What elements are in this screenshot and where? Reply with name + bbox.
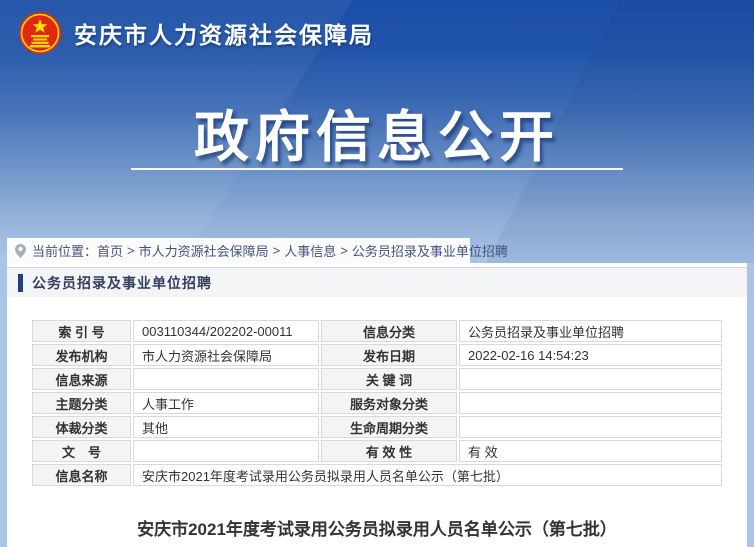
- field-label-keywords: 关 键 词: [321, 368, 457, 390]
- national-emblem-icon: [19, 12, 61, 54]
- table-row: 体裁分类 其他 生命周期分类: [32, 416, 722, 438]
- info-meta-table: 索 引 号 003110344/202202-00011 信息分类 公务员招录及…: [30, 318, 724, 488]
- table-row: 发布机构 市人力资源社会保障局 发布日期 2022-02-16 14:54:23: [32, 344, 722, 366]
- field-value-topic-category: 人事工作: [133, 392, 319, 414]
- field-value-lifecycle-category: [459, 416, 722, 438]
- breadcrumb-label: 当前位置：: [32, 244, 98, 259]
- field-label-info-name: 信息名称: [32, 464, 131, 486]
- field-label-info-category: 信息分类: [321, 320, 457, 342]
- field-value-genre-category: 其他: [133, 416, 319, 438]
- page: 安庆市人力资源社会保障局 政府信息公开 当前位置： 首页 > 市人力资源社会保障…: [0, 0, 754, 547]
- field-label-publisher: 发布机构: [32, 344, 131, 366]
- field-value-validity: 有 效: [459, 440, 722, 462]
- field-value-info-category: 公务员招录及事业单位招聘: [459, 320, 722, 342]
- table-row: 文 号 有 效 性 有 效: [32, 440, 722, 462]
- field-label-index-number: 索 引 号: [32, 320, 131, 342]
- content-panel: 公务员招录及事业单位招聘 索 引 号 003110344/202202-0001…: [7, 263, 747, 547]
- field-value-index-number: 003110344/202202-00011: [133, 320, 319, 342]
- table-row: 索 引 号 003110344/202202-00011 信息分类 公务员招录及…: [32, 320, 722, 342]
- site-brand: 安庆市人力资源社会保障局: [18, 11, 374, 55]
- field-value-audience-category: [459, 392, 722, 414]
- field-value-doc-number: [133, 440, 319, 462]
- site-header: 安庆市人力资源社会保障局 政府信息公开: [0, 0, 754, 263]
- breadcrumb-link-recruitment[interactable]: 公务员招录及事业单位招聘: [352, 241, 508, 260]
- banner-underline-divider: [131, 168, 623, 170]
- breadcrumb-separator: >: [272, 243, 281, 258]
- article-title: 安庆市2021年度考试录用公务员拟录用人员名单公示（第七批）: [137, 520, 617, 539]
- field-label-topic-category: 主题分类: [32, 392, 131, 414]
- field-label-lifecycle-category: 生命周期分类: [321, 416, 457, 438]
- breadcrumb-link-home[interactable]: 首页: [97, 241, 123, 260]
- section-header: 公务员招录及事业单位招聘: [7, 267, 747, 297]
- section-accent-bar: [18, 273, 23, 292]
- breadcrumb-link-personnel-info[interactable]: 人事信息: [284, 241, 336, 260]
- table-row: 信息来源 关 键 词: [32, 368, 722, 390]
- field-label-info-source: 信息来源: [32, 368, 131, 390]
- breadcrumb: 当前位置： 首页 > 市人力资源社会保障局 > 人事信息 > 公务员招录及事业单…: [7, 238, 508, 263]
- section-title: 公务员招录及事业单位招聘: [32, 274, 212, 291]
- breadcrumb-separator: >: [340, 243, 348, 258]
- field-value-info-source: [133, 368, 319, 390]
- field-label-publish-date: 发布日期: [321, 344, 457, 366]
- table-row: 信息名称 安庆市2021年度考试录用公务员拟录用人员名单公示（第七批）: [32, 464, 722, 486]
- field-value-publish-date: 2022-02-16 14:54:23: [459, 344, 722, 366]
- field-label-genre-category: 体裁分类: [32, 416, 131, 438]
- field-value-keywords: [459, 368, 722, 390]
- location-pin-icon: [15, 243, 26, 258]
- table-row: 主题分类 人事工作 服务对象分类: [32, 392, 722, 414]
- field-value-publisher: 市人力资源社会保障局: [133, 344, 319, 366]
- site-title: 安庆市人力资源社会保障局: [74, 22, 374, 48]
- field-label-doc-number: 文 号: [32, 440, 131, 462]
- breadcrumb-link-bureau[interactable]: 市人力资源社会保障局: [139, 241, 269, 260]
- banner-title: 政府信息公开: [193, 106, 560, 168]
- breadcrumb-separator: >: [127, 243, 135, 258]
- field-label-audience-category: 服务对象分类: [321, 392, 457, 414]
- field-value-info-name: 安庆市2021年度考试录用公务员拟录用人员名单公示（第七批）: [133, 464, 722, 486]
- field-label-validity: 有 效 性: [321, 440, 457, 462]
